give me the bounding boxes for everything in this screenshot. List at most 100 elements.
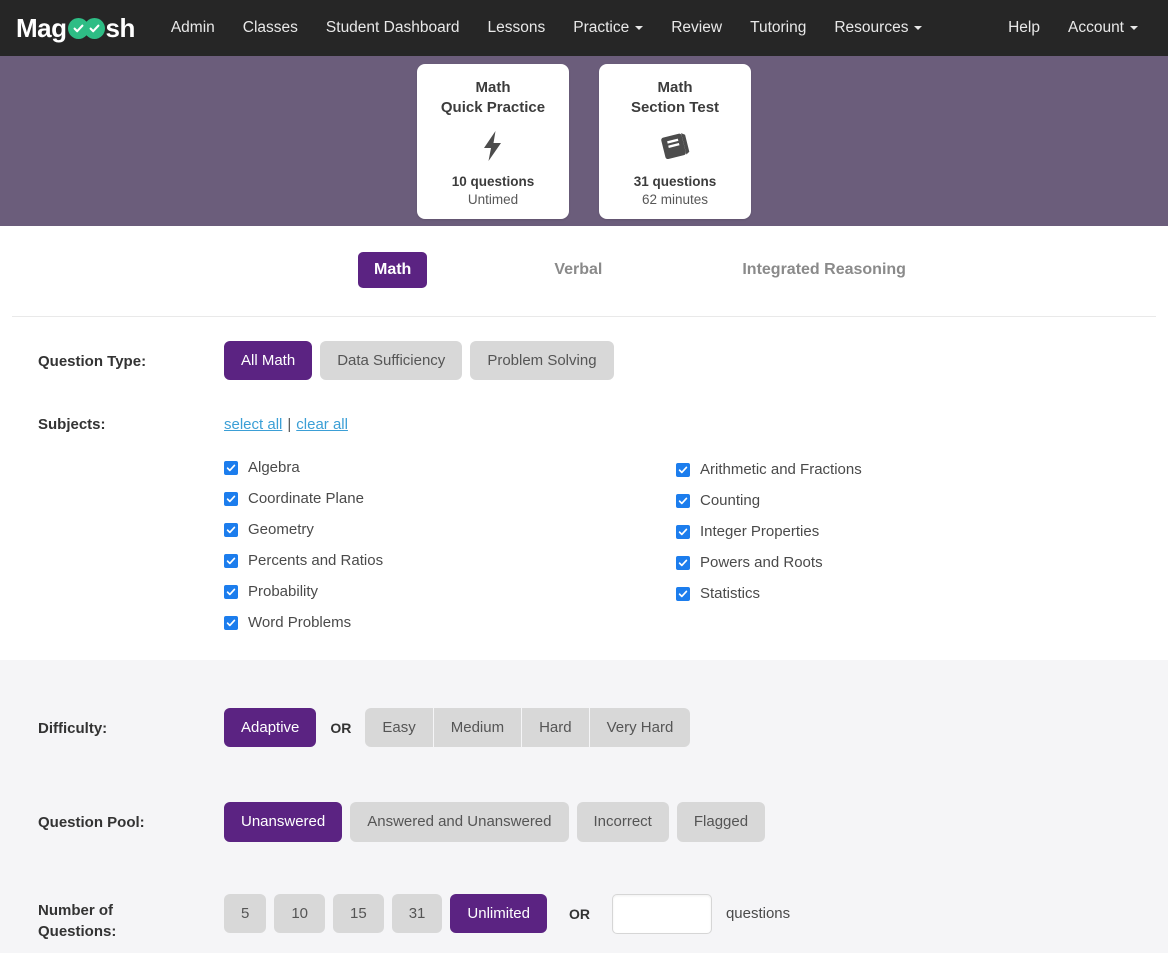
nav-item-lessons[interactable]: Lessons — [474, 13, 560, 43]
subject-label: Algebra — [248, 459, 300, 476]
num-questions-10[interactable]: 10 — [274, 894, 325, 933]
nav-item-account[interactable]: Account — [1054, 13, 1152, 43]
subject-label: Probability — [248, 583, 318, 600]
nav-label: Practice — [573, 19, 629, 37]
subjects-label: Subjects: — [38, 408, 224, 436]
question-type-data-sufficiency[interactable]: Data Sufficiency — [320, 341, 462, 380]
subject-checkbox-geometry[interactable]: Geometry — [224, 514, 676, 545]
link-separator: | — [287, 416, 291, 433]
question-type-label: Question Type: — [38, 341, 224, 373]
checkbox-checked-icon[interactable] — [676, 494, 690, 508]
checkbox-checked-icon[interactable] — [224, 616, 238, 630]
question-pool-incorrect[interactable]: Incorrect — [577, 802, 669, 841]
difficulty-row: Difficulty: Adaptive OR Easy Medium Hard… — [0, 708, 1168, 747]
subject-checkbox-coordinate-plane[interactable]: Coordinate Plane — [224, 483, 676, 514]
subject-checkbox-word-problems[interactable]: Word Problems — [224, 607, 676, 638]
num-questions-15[interactable]: 15 — [333, 894, 384, 933]
subject-checkbox-powers-and-roots[interactable]: Powers and Roots — [676, 547, 1128, 578]
nav-label: Student Dashboard — [326, 19, 460, 37]
checkbox-checked-icon[interactable] — [224, 523, 238, 537]
number-of-questions-row: Number of Questions: 5 10 15 31 Unlimite… — [0, 894, 1168, 944]
card-duration: Untimed — [468, 192, 518, 207]
difficulty-medium[interactable]: Medium — [434, 708, 521, 747]
nav-item-tutoring[interactable]: Tutoring — [736, 13, 820, 43]
nav-item-help[interactable]: Help — [994, 13, 1054, 43]
primary-nav: Admin Classes Student Dashboard Lessons … — [157, 13, 937, 43]
num-questions-unlimited[interactable]: Unlimited — [450, 894, 547, 933]
magoosh-logo[interactable]: Mag sh — [16, 13, 135, 44]
difficulty-very-hard[interactable]: Very Hard — [590, 708, 691, 747]
checkbox-checked-icon[interactable] — [224, 492, 238, 506]
nav-label: Lessons — [488, 19, 546, 37]
number-of-questions-options: 5 10 15 31 Unlimited — [224, 894, 547, 933]
nav-label: Account — [1068, 19, 1124, 37]
nav-item-student-dashboard[interactable]: Student Dashboard — [312, 13, 474, 43]
question-pool-unanswered[interactable]: Unanswered — [224, 802, 342, 841]
subject-label: Arithmetic and Fractions — [700, 461, 862, 478]
tab-label: Math — [374, 261, 411, 278]
custom-question-count-input[interactable] — [612, 894, 712, 934]
subject-checkbox-statistics[interactable]: Statistics — [676, 578, 1128, 609]
checkbox-checked-icon[interactable] — [224, 585, 238, 599]
card-type: Quick Practice — [441, 98, 545, 118]
difficulty-label: Difficulty: — [38, 708, 224, 740]
subject-checkbox-algebra[interactable]: Algebra — [224, 452, 676, 483]
question-type-options: All Math Data Sufficiency Problem Solvin… — [224, 341, 614, 380]
nav-item-classes[interactable]: Classes — [229, 13, 312, 43]
logo-checkmarks — [68, 18, 105, 39]
checkbox-checked-icon[interactable] — [676, 463, 690, 477]
checkbox-checked-icon[interactable] — [676, 525, 690, 539]
num-questions-31[interactable]: 31 — [392, 894, 443, 933]
checkbox-checked-icon[interactable] — [676, 587, 690, 601]
checkbox-checked-icon[interactable] — [676, 556, 690, 570]
number-of-questions-label-line2: Questions: — [38, 921, 224, 943]
subject-label: Integer Properties — [700, 523, 819, 540]
card-duration: 62 minutes — [642, 192, 708, 207]
nav-item-resources[interactable]: Resources — [820, 13, 936, 43]
section-tabs: Math Verbal Integrated Reasoning — [0, 252, 1168, 288]
subject-checkbox-probability[interactable]: Probability — [224, 576, 676, 607]
nav-item-review[interactable]: Review — [657, 13, 736, 43]
card-type: Section Test — [631, 98, 719, 118]
lightning-bolt-icon — [482, 118, 504, 174]
checkbox-checked-icon[interactable] — [224, 461, 238, 475]
subject-label: Coordinate Plane — [248, 490, 364, 507]
subject-label: Statistics — [700, 585, 760, 602]
secondary-nav: Help Account — [994, 13, 1152, 43]
question-pool-flagged[interactable]: Flagged — [677, 802, 765, 841]
question-pool-answered-and-unanswered[interactable]: Answered and Unanswered — [350, 802, 568, 841]
subjects-grid: Algebra Coordinate Plane Geometry Percen… — [0, 452, 1168, 638]
clear-all-link[interactable]: clear all — [296, 416, 348, 433]
nav-item-admin[interactable]: Admin — [157, 13, 229, 43]
subject-checkbox-counting[interactable]: Counting — [676, 485, 1128, 516]
difficulty-hard[interactable]: Hard — [522, 708, 589, 747]
chevron-down-icon — [635, 26, 643, 30]
subject-checkbox-percents-and-ratios[interactable]: Percents and Ratios — [224, 545, 676, 576]
logo-text-pre: Mag — [16, 13, 67, 44]
number-of-questions-label-line1: Number of — [38, 900, 224, 922]
select-all-link[interactable]: select all — [224, 416, 282, 433]
difficulty-easy[interactable]: Easy — [365, 708, 432, 747]
section-test-card[interactable]: Math Section Test 31 questions 62 minute… — [599, 64, 751, 219]
nav-label: Classes — [243, 19, 298, 37]
subjects-column-left: Algebra Coordinate Plane Geometry Percen… — [224, 452, 676, 638]
difficulty-adaptive[interactable]: Adaptive — [224, 708, 316, 747]
question-type-problem-solving[interactable]: Problem Solving — [470, 341, 613, 380]
subjects-row: Subjects: select all | clear all — [0, 408, 1168, 436]
tab-math[interactable]: Math — [358, 252, 427, 288]
question-pool-row: Question Pool: Unanswered Answered and U… — [0, 802, 1168, 841]
tab-integrated-reasoning[interactable]: Integrated Reasoning — [726, 252, 922, 288]
subject-label: Counting — [700, 492, 760, 509]
subject-checkbox-arithmetic-and-fractions[interactable]: Arithmetic and Fractions — [676, 454, 1128, 485]
num-questions-5[interactable]: 5 — [224, 894, 266, 933]
quick-practice-card[interactable]: Math Quick Practice 10 questions Untimed — [417, 64, 569, 219]
checkbox-checked-icon[interactable] — [224, 554, 238, 568]
nav-item-practice[interactable]: Practice — [559, 13, 657, 43]
question-type-all-math[interactable]: All Math — [224, 341, 312, 380]
questions-suffix-label: questions — [726, 905, 790, 922]
subject-label: Powers and Roots — [700, 554, 823, 571]
question-pool-options: Unanswered Answered and Unanswered Incor… — [224, 802, 765, 841]
tab-verbal[interactable]: Verbal — [538, 252, 618, 288]
subject-checkbox-integer-properties[interactable]: Integer Properties — [676, 516, 1128, 547]
card-subject: Math — [658, 78, 693, 98]
